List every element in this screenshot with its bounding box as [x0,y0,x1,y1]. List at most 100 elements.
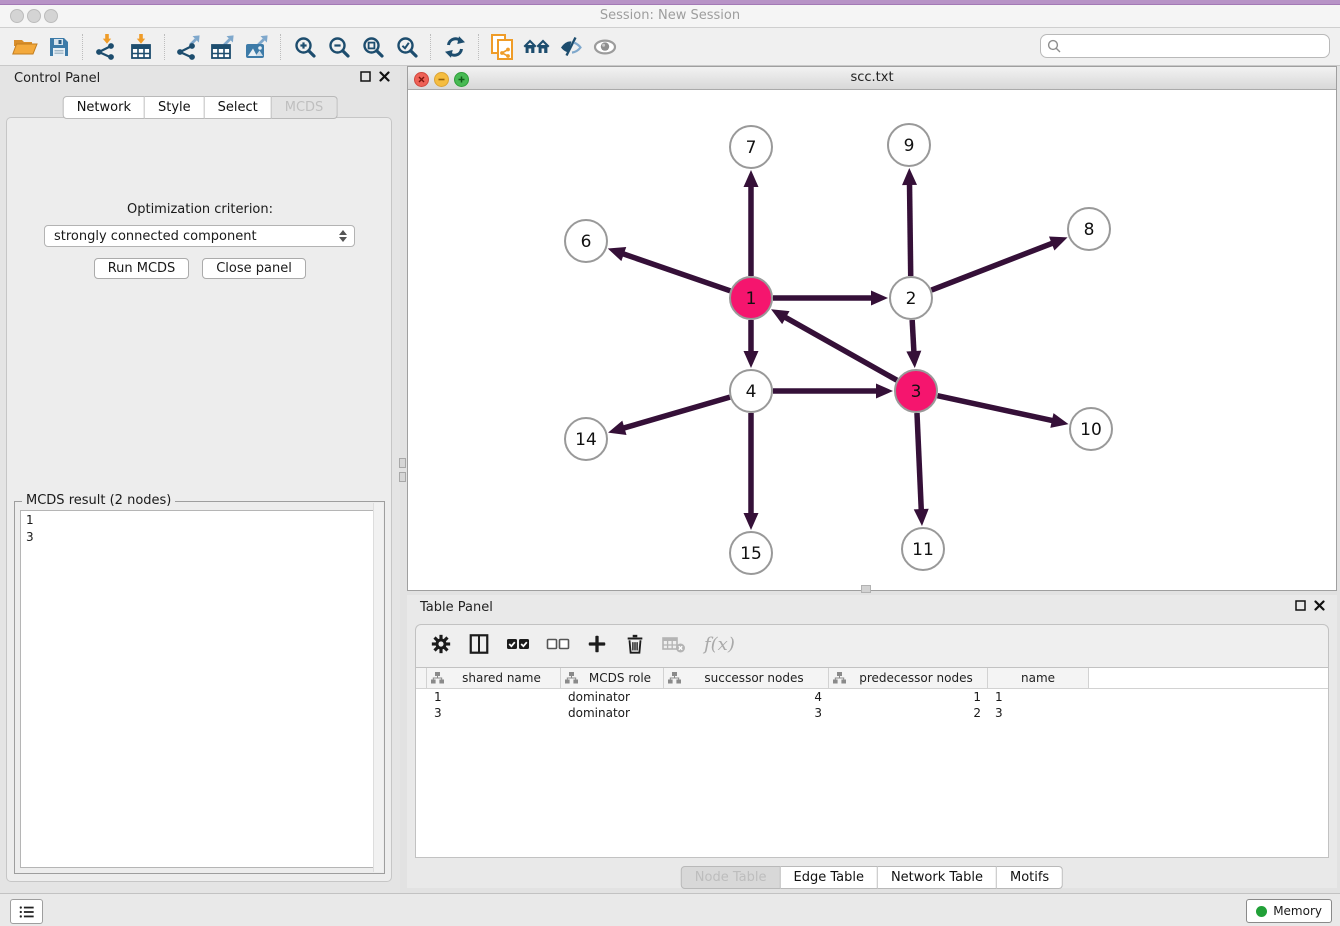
panel-splitter-handle[interactable] [399,458,406,468]
table-cell[interactable]: 3 [664,705,829,721]
hide-graphics-details-icon[interactable] [554,31,588,63]
table-row[interactable]: 1dominator411 [416,689,1328,705]
task-history-button[interactable] [10,899,43,924]
column-header-label: MCDS role [581,671,659,685]
open-session-icon[interactable] [8,31,42,63]
network-close-button[interactable] [414,72,429,87]
criterion-value: strongly connected component [54,229,257,244]
show-graphics-details-icon[interactable] [588,31,622,63]
graph-edge-3-10[interactable] [937,396,1055,422]
graph-node-label: 6 [581,232,592,252]
save-session-icon[interactable] [42,31,76,63]
graph-edge-arrowhead [876,384,893,399]
close-window-button[interactable] [10,9,24,23]
export-image-icon[interactable] [240,31,274,63]
zoom-out-icon[interactable] [322,31,356,63]
column-header-successor-nodes[interactable]: successor nodes [664,668,829,688]
table-cell[interactable]: dominator [561,689,664,705]
table-mode-gear-icon[interactable] [430,633,452,659]
float-panel-icon[interactable] [360,71,371,82]
graph-edge-2-8[interactable] [932,242,1056,290]
table-header-row: shared name MCDS role successor nodes prede… [416,668,1328,689]
graph-edge-arrowhead [914,509,929,526]
search-input[interactable] [1062,38,1329,54]
duplicate-network-icon[interactable] [486,31,520,63]
tab-edge-table[interactable]: Edge Table [780,866,877,889]
table-cell[interactable]: 1 [829,689,988,705]
close-panel-button[interactable]: Close panel [202,258,306,279]
tab-motifs[interactable]: Motifs [997,866,1063,889]
search-box[interactable] [1040,34,1330,58]
create-column-icon[interactable] [586,633,608,659]
column-header-label: successor nodes [684,671,824,685]
table-cell[interactable]: 3 [427,705,561,721]
network-window-title: scc.txt [408,67,1336,89]
graph-edge-arrowhead [608,247,627,261]
memory-label: Memory [1273,904,1322,918]
graph-node-label: 3 [911,382,922,402]
deselect-all-icon[interactable] [546,633,570,659]
network-graph[interactable]: 1234678910111415 [408,90,1336,590]
close-panel-icon[interactable] [379,71,390,82]
float-table-icon[interactable] [1295,600,1306,611]
tab-mcds[interactable]: MCDS [272,96,338,119]
app-titlebar: Session: New Session [0,5,1340,28]
refresh-icon[interactable] [438,31,472,63]
column-header-MCDS-role[interactable]: MCDS role [561,668,664,688]
select-all-icon[interactable] [506,633,530,659]
zoom-in-icon[interactable] [288,31,322,63]
graph-edge-3-11[interactable] [917,413,921,513]
run-mcds-button[interactable]: Run MCDS [94,258,189,279]
graph-edge-2-3[interactable] [912,320,914,355]
graph-edge-3-1[interactable] [782,316,896,381]
table-panel: Table Panel [407,595,1337,888]
column-header-name[interactable]: name [988,668,1089,688]
shared-column-icon [431,672,444,684]
table-row[interactable]: 3dominator323 [416,705,1328,721]
network-minimize-button[interactable] [434,72,449,87]
graph-node-label: 1 [746,289,757,309]
tab-select[interactable]: Select [205,96,272,119]
table-cell[interactable]: dominator [561,705,664,721]
node-table: shared name MCDS role successor nodes prede… [415,668,1329,858]
minimize-window-button[interactable] [27,9,41,23]
export-network-icon[interactable] [172,31,206,63]
network-resize-handle[interactable] [861,585,871,593]
tab-network[interactable]: Network [63,96,145,119]
delete-table-icon [662,634,686,658]
zoom-selected-icon[interactable] [390,31,424,63]
panel-splitter-handle[interactable] [399,472,406,482]
result-scrollbar[interactable] [373,503,383,872]
tab-node-table[interactable]: Node Table [681,866,781,889]
tab-style[interactable]: Style [145,96,205,119]
first-neighbors-icon[interactable] [520,31,554,63]
network-zoom-button[interactable] [454,72,469,87]
status-bar: Memory [0,893,1340,926]
graph-edge-4-14[interactable] [621,397,730,429]
import-network-icon[interactable] [90,31,124,63]
table-cell[interactable]: 2 [829,705,988,721]
graph-edge-2-9[interactable] [909,181,910,276]
delete-columns-icon[interactable] [624,633,646,659]
criterion-select[interactable]: strongly connected component [44,225,355,247]
network-window-titlebar[interactable]: scc.txt [408,67,1336,90]
export-table-icon[interactable] [206,31,240,63]
memory-button[interactable]: Memory [1246,899,1332,923]
zoom-window-button[interactable] [44,9,58,23]
table-cell[interactable]: 1 [427,689,561,705]
mcds-result-text[interactable]: 1 3 [20,510,378,868]
table-cell[interactable]: 1 [988,689,1089,705]
column-header-predecessor-nodes[interactable]: predecessor nodes [829,668,988,688]
zoom-fit-icon[interactable] [356,31,390,63]
graph-edge-arrowhead [906,351,921,368]
graph-edge-1-6[interactable] [620,253,730,291]
column-header-shared-name[interactable]: shared name [427,668,561,688]
graph-node-label: 10 [1080,420,1102,440]
import-table-icon[interactable] [124,31,158,63]
close-table-icon[interactable] [1314,600,1325,611]
tab-network-table[interactable]: Network Table [878,866,997,889]
show-hide-columns-icon[interactable] [468,633,490,659]
memory-status-icon [1256,906,1267,917]
table-cell[interactable]: 4 [664,689,829,705]
table-cell[interactable]: 3 [988,705,1089,721]
